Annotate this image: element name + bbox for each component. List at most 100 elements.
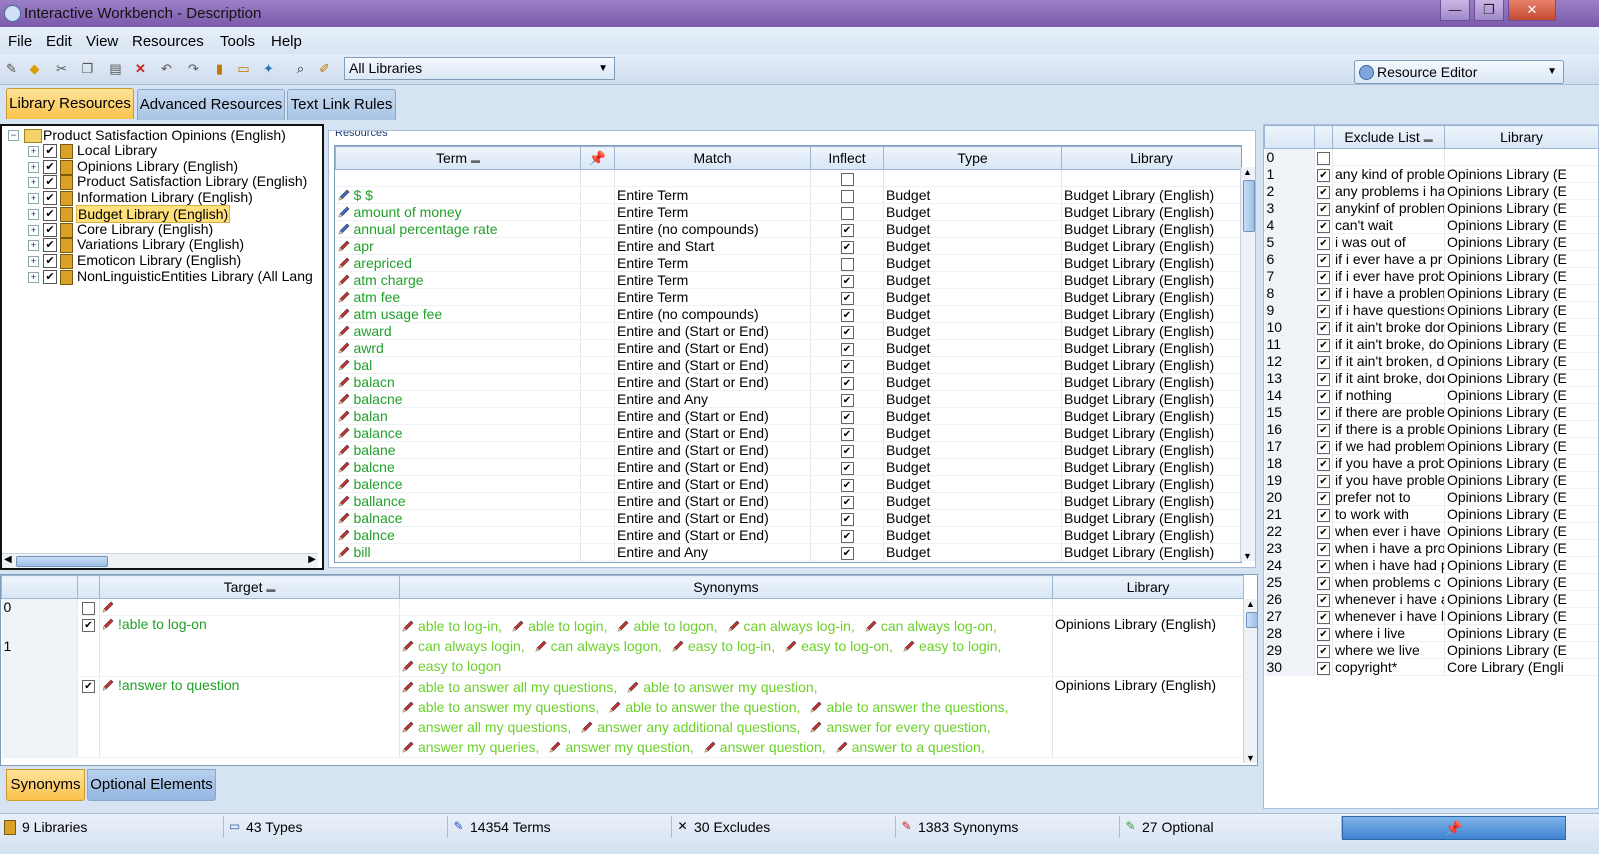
match-cell[interactable]: Entire Term [614,271,811,289]
collapse-icon[interactable]: − [8,130,19,141]
inflect-checkbox[interactable]: ✔ [840,495,854,509]
exclude-checkbox[interactable]: ✔ [1317,253,1330,267]
exclude-checkbox[interactable]: ✔ [1317,627,1330,641]
exclude-row[interactable]: 9 ✔ if i have questions Opinions Library (E [1264,301,1598,319]
tab-advanced-resources[interactable]: Advanced Resources [137,89,285,120]
type-cell[interactable]: Budget [883,186,1062,204]
tree-item-checkbox[interactable]: ✔ [43,144,57,158]
synonym-text[interactable]: easy to logon [418,658,501,674]
terms-vertical-scrollbar[interactable]: ▲ ▼ [1240,167,1255,561]
col-match[interactable]: Match [614,146,811,170]
exclude-text[interactable]: when i have a pro [1332,539,1445,557]
inflect-checkbox[interactable] [840,189,854,203]
menu-help[interactable]: Help [271,33,302,50]
target-text[interactable]: !able to log-on [118,616,207,632]
exclude-checkbox[interactable]: ✔ [1317,287,1330,301]
exclude-row[interactable]: 22 ✔ when ever i have Opinions Library (E [1264,522,1598,540]
term-row[interactable]: balance Entire and (Start or End) ✔ Budget B… [335,424,1241,442]
tree-horizontal-scrollbar[interactable]: ◀ ▶ [2,553,318,568]
undo-icon[interactable]: ↶ [158,60,175,77]
exclude-row[interactable]: 1 ✔ any kind of proble Opinions Library (E [1264,165,1598,183]
exclude-checkbox[interactable]: ✔ [1317,542,1330,556]
synonym-text[interactable]: can always login, [418,638,525,654]
inflect-checkbox[interactable]: ✔ [840,444,854,458]
exclude-row[interactable]: 8 ✔ if i have a problen Opinions Library (E [1264,284,1598,302]
synonym-text[interactable]: easy to login, [919,638,1002,654]
scroll-left-icon[interactable]: ◀ [4,554,12,565]
inflect-checkbox[interactable]: ✔ [840,376,854,390]
synonym-text[interactable]: able to answer all my questions, [418,679,617,695]
match-cell[interactable]: Entire and (Start or End) [614,322,811,340]
exclude-checkbox[interactable]: ✔ [1317,457,1330,471]
synonym-text[interactable]: answer to a question, [852,739,985,755]
exclude-row[interactable]: 28 ✔ where i live Opinions Library (E [1264,624,1598,642]
exclude-text[interactable]: to work with [1332,505,1445,523]
exclude-row[interactable]: 13 ✔ if it aint broke, dor Opinions Library… [1264,369,1598,387]
synonym-row[interactable]: ✔ !answer to question able to answer all m… [1,676,1244,758]
synonym-text[interactable]: answer all my questions, [418,719,571,735]
tree-item-checkbox[interactable]: ✔ [43,175,57,190]
exclude-row[interactable]: 16 ✔ if there is a proble Opinions Library … [1264,420,1598,438]
synonym-text[interactable]: able to login, [528,618,607,634]
term-row[interactable]: amount of money Entire Term Budget Budget L… [335,203,1241,221]
term-row[interactable]: balacne Entire and Any ✔ Budget Budget Libra… [335,390,1241,408]
term-row[interactable]: billed Entire and Any BudgetBudget Library… [335,560,1241,562]
new-icon[interactable]: ✎ [3,60,20,77]
exclude-text[interactable]: if you have proble [1332,471,1445,489]
exclude-text[interactable]: when problems c [1332,573,1445,591]
copy-icon[interactable]: ❐ [79,60,96,77]
exclude-text[interactable]: if it ain't broke dor [1332,318,1445,336]
tree-item-checkbox[interactable]: ✔ [43,159,57,174]
scroll-right-icon[interactable]: ▶ [308,554,316,565]
match-cell[interactable]: Entire (no compounds) [614,220,811,238]
exclude-text[interactable]: any kind of proble [1332,165,1445,183]
folder-library-icon[interactable]: ▭ [235,60,252,77]
synonym-text[interactable]: answer question, [720,739,826,755]
exclude-text[interactable]: where we live [1332,641,1445,659]
col-type[interactable]: Type [883,146,1062,170]
expand-icon[interactable]: + [28,271,39,283]
exclude-text[interactable]: can't wait [1332,216,1445,234]
type-cell[interactable]: Budget [883,526,1062,544]
inflect-checkbox[interactable] [840,172,854,186]
synonym-text[interactable]: can always log-in, [744,618,855,634]
exclude-row[interactable]: 6 ✔ if i ever have a pr Opinions Library (E [1264,250,1598,268]
match-cell[interactable]: Entire and (Start or End) [614,373,811,391]
tree-scroll-thumb[interactable] [16,556,108,567]
type-cell[interactable]: Budget [883,407,1062,425]
exclude-text[interactable]: whenever i have a [1332,590,1445,608]
inflect-checkbox[interactable]: ✔ [840,240,854,254]
match-cell[interactable]: Entire and (Start or End) [614,509,811,527]
inflect-checkbox[interactable]: ✔ [840,393,854,407]
exclude-text[interactable]: i was out of [1332,233,1445,251]
open-icon[interactable]: ◆ [26,60,43,77]
match-cell[interactable]: Entire and (Start or End) [614,356,811,374]
type-cell[interactable]: Budget [883,458,1062,476]
term-row[interactable]: atm usage fee Entire (no compounds) ✔ Budge… [335,305,1241,323]
synonym-text[interactable]: answer for every question, [826,719,990,735]
synonym-text[interactable]: answer my queries, [418,739,539,755]
exclude-text[interactable]: if i ever have a pr [1332,250,1445,268]
exclude-row[interactable]: 4 ✔ can't wait Opinions Library (E [1264,216,1598,234]
type-cell[interactable]: Budget [883,356,1062,374]
exclude-row[interactable]: 18 ✔ if you have a prob Opinions Library (E [1264,454,1598,472]
match-cell[interactable]: Entire and (Start or End) [614,339,811,357]
term-row[interactable]: apr Entire and Start ✔ Budget Budget Library… [335,237,1241,255]
type-cell[interactable]: Budget [883,560,1062,562]
match-cell[interactable]: Entire and Any [614,390,811,408]
col-exclude-library[interactable]: Library [1444,125,1598,149]
edit-library-icon[interactable]: ✐ [316,60,333,77]
col-synonyms[interactable]: Synonyms [399,575,1053,599]
match-cell[interactable]: Entire and (Start or End) [614,441,811,459]
match-cell[interactable]: Entire and (Start or End) [614,492,811,510]
term-row[interactable]: balacn Entire and (Start or End) ✔ Budget Bu… [335,373,1241,391]
synonym-text[interactable]: able to answer the questions, [826,699,1008,715]
menu-tools[interactable]: Tools [220,33,255,50]
inflect-checkbox[interactable]: ✔ [840,512,854,526]
pin-column-icon[interactable]: 📌 [580,146,615,170]
term-row[interactable]: balcne Entire and (Start or End) ✔ Budget Bu… [335,458,1241,476]
exclude-checkbox[interactable]: ✔ [1317,270,1330,284]
type-cell[interactable]: Budget [883,441,1062,459]
exclude-checkbox[interactable]: ✔ [1317,423,1330,437]
match-cell[interactable]: Entire and (Start or End) [614,458,811,476]
